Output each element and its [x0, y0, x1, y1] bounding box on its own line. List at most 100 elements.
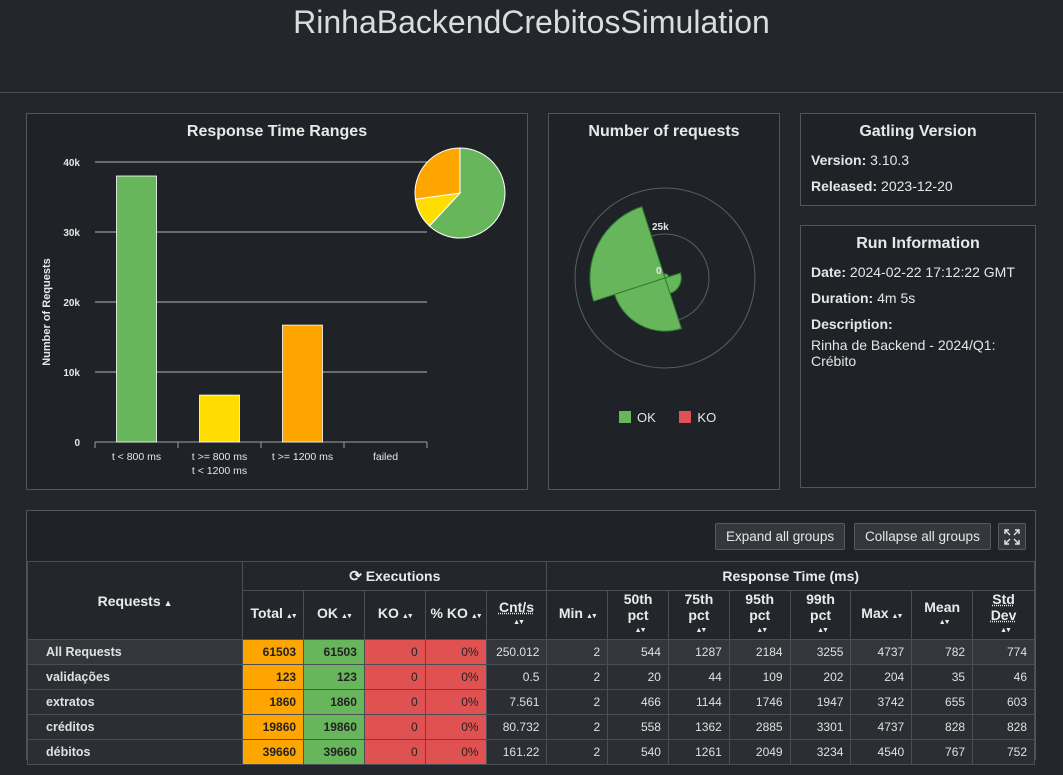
rtr-xtick-label: t < 800 ms [112, 451, 161, 463]
cell-cnt-s: 7.561 [485, 689, 548, 715]
requests-header[interactable]: Requests ▲ [26, 561, 244, 640]
cell-p95: 1746 [728, 689, 791, 715]
run-date-value: 2024-02-22 17:12:22 GMT [849, 264, 1015, 280]
cell-mean: 655 [911, 689, 974, 715]
collapse-all-groups-button[interactable]: Collapse all groups [854, 523, 991, 550]
cell-p75: 1287 [667, 639, 730, 665]
cell-max: 4737 [850, 714, 913, 740]
cell-ko: 0 [363, 639, 426, 665]
sort-icon: ▲▼ [817, 627, 829, 634]
rtr-pie-slice[interactable] [414, 147, 461, 200]
nreq-ring-label-outer: 25k [652, 222, 669, 233]
run-description-value: Rinha de Backend - 2024/Q1: Crébito [811, 337, 996, 369]
request-name: All Requests [26, 639, 244, 665]
cell-cnt-s: 161.22 [485, 739, 548, 765]
sort-icon: ▲▼ [470, 613, 483, 620]
sort-icon: ▲▼ [285, 613, 298, 620]
cell-p75: 44 [667, 664, 730, 690]
rtr-ytick-label: 20k [63, 298, 80, 309]
legend-ko[interactable]: KO [679, 410, 716, 425]
statistics-table: Requests ▲ ⟳ Executions Response Time (ms… [26, 561, 1035, 765]
cell-mean: 782 [911, 639, 974, 665]
sort-icon: ▲▼ [938, 619, 951, 626]
col-header-max[interactable]: Max ▲▼ [850, 590, 913, 640]
sort-icon: ▲▼ [585, 613, 598, 620]
col-header-ko[interactable]: KO ▲▼ [363, 590, 426, 640]
sort-icon: ▲▼ [1000, 627, 1012, 634]
col-header-ok[interactable]: OK ▲▼ [303, 590, 365, 640]
cell-mean: 828 [911, 714, 974, 740]
col-header-cnt-s[interactable]: Cnt/s ▲▼ [485, 590, 548, 640]
cell-max: 204 [850, 664, 913, 690]
gatling-version-value: 3.10.3 [870, 152, 910, 168]
nreq-legend: OK KO [619, 410, 716, 425]
rtr-bar[interactable] [116, 175, 157, 443]
cell-ko: 0 [363, 689, 426, 715]
cell-min: 2 [546, 639, 609, 665]
rtr-chart: Number of Requests 0 10k 20k 30k 40k t < 800… [41, 147, 506, 477]
cell-min: 2 [546, 689, 609, 715]
cell-p99: 1947 [789, 689, 852, 715]
cell-ok: 1860 [303, 689, 365, 715]
cell-cnt-s: 0.5 [485, 664, 548, 690]
cell-p95: 2184 [728, 639, 791, 665]
sort-icon: ▲▼ [695, 627, 707, 634]
cell-p50: 558 [607, 714, 669, 740]
cell-max: 4540 [850, 739, 913, 765]
table-row[interactable]: débitos 39660 39660 0 0% 161.22 2 540 1261 2049 32… [26, 739, 1035, 765]
expand-all-groups-button[interactable]: Expand all groups [715, 523, 846, 550]
cell-std-dev: 46 [972, 664, 1035, 690]
cell-mean: 35 [911, 664, 974, 690]
request-name: validações [26, 664, 244, 690]
rtr-bar[interactable] [199, 394, 240, 443]
run-information-panel: Run Information Date: 2024-02-22 17:12:2… [800, 225, 1036, 488]
rtr-xtick-label: failed [373, 451, 398, 463]
col-header-std-dev[interactable]: Std Dev ▲▼ [972, 590, 1035, 640]
cell-pct-ko: 0% [424, 739, 487, 765]
col-header-p95[interactable]: 95th pct ▲▼ [728, 590, 791, 640]
cell-std-dev: 752 [972, 739, 1035, 765]
table-row[interactable]: All Requests 61503 61503 0 0% 250.012 2 544 1287… [26, 639, 1035, 665]
rtr-bar[interactable] [282, 324, 323, 443]
cell-min: 2 [546, 714, 609, 740]
gatling-released-value: 2023-12-20 [881, 178, 953, 194]
gatling-title: Gatling Version [859, 123, 977, 140]
rtr-xtick-label: t >= 1200 ms [272, 451, 333, 463]
cell-ko: 0 [363, 664, 426, 690]
statistics-panel: Expand all groups Collapse all groups Re… [26, 510, 1036, 765]
cell-cnt-s: 250.012 [485, 639, 548, 665]
gatling-version-row: Version: 3.10.3 [811, 152, 910, 168]
cell-ok: 39660 [303, 739, 365, 765]
response-time-ranges-panel: Response Time Ranges Number of Requests … [26, 113, 528, 490]
cell-std-dev: 603 [972, 689, 1035, 715]
cell-p99: 202 [789, 664, 852, 690]
cell-ok: 19860 [303, 714, 365, 740]
cell-total: 61503 [242, 639, 305, 665]
table-row[interactable]: créditos 19860 19860 0 0% 80.732 2 558 1362 2885 3… [26, 714, 1035, 740]
rtr-xtick-label: t >= 800 ms [192, 451, 247, 463]
gatling-version-panel: Gatling Version Version: 3.10.3 Released… [800, 113, 1036, 206]
cell-p95: 2885 [728, 714, 791, 740]
col-header-p75[interactable]: 75th pct ▲▼ [667, 590, 730, 640]
cell-ok: 123 [303, 664, 365, 690]
col-header-p99[interactable]: 99th pct ▲▼ [789, 590, 852, 640]
cell-p95: 2049 [728, 739, 791, 765]
nreq-ring-label-inner: 0 [656, 266, 662, 277]
table-row[interactable]: validações 123 123 0 0% 0.5 2 20 44 109 202 204 35 46 [26, 664, 1035, 690]
col-header-mean[interactable]: Mean ▲▼ [911, 590, 974, 640]
cell-p95: 109 [728, 664, 791, 690]
col-header-p50[interactable]: 50th pct ▲▼ [607, 590, 669, 640]
cell-ok: 61503 [303, 639, 365, 665]
col-header-pct-ko[interactable]: % KO ▲▼ [424, 590, 487, 640]
header-divider [0, 92, 1063, 93]
cell-p50: 20 [607, 664, 669, 690]
legend-ok[interactable]: OK [619, 410, 656, 425]
col-header-min[interactable]: Min ▲▼ [546, 590, 609, 640]
cell-p75: 1261 [667, 739, 730, 765]
cell-max: 3742 [850, 689, 913, 715]
sort-icon: ▲▼ [756, 627, 768, 634]
cell-pct-ko: 0% [424, 639, 487, 665]
table-row[interactable]: extratos 1860 1860 0 0% 7.561 2 466 1144 1746 1947… [26, 689, 1035, 715]
col-header-total[interactable]: Total ▲▼ [242, 590, 305, 640]
fullscreen-button[interactable] [998, 523, 1026, 550]
